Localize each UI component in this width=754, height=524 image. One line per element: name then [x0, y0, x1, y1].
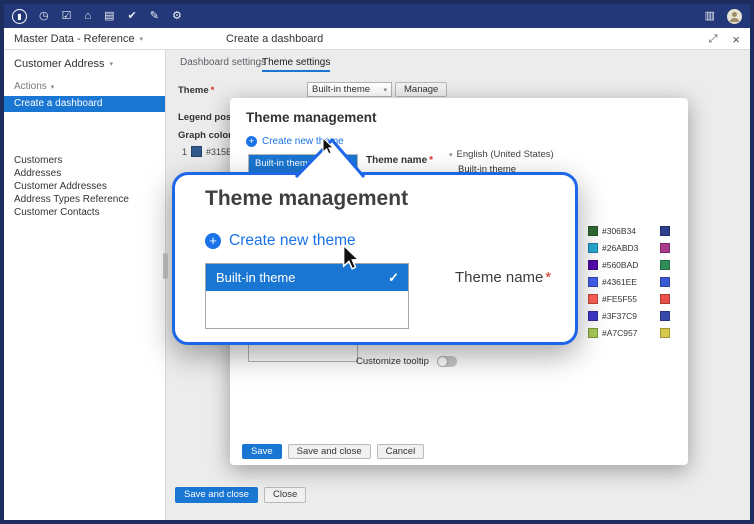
color-swatch[interactable]: [588, 294, 598, 304]
plus-icon: +: [205, 233, 221, 249]
color-swatch[interactable]: [660, 277, 670, 287]
color-hex-label: #560BAD: [602, 260, 650, 270]
save-and-close-button[interactable]: Save and close: [288, 444, 371, 459]
customize-tooltip-label: Customize tooltip: [356, 356, 429, 367]
chevron-down-icon: ▾: [449, 151, 453, 159]
scrollbar-thumb[interactable]: [163, 253, 168, 279]
color-swatch[interactable]: [660, 260, 670, 270]
cursor-icon: [322, 137, 334, 156]
panels-icon[interactable]: ▥: [705, 11, 715, 22]
theme-select-value: Built-in theme: [312, 84, 370, 95]
language-select[interactable]: ▾ English (United States): [449, 149, 554, 160]
sidebar-item-customer-addresses[interactable]: Customer Addresses: [14, 181, 107, 192]
palette-row: #560BAD: [588, 260, 670, 270]
graph-color-row: 1 #315B: [182, 146, 232, 157]
color-hex-label: #3F37C9: [602, 311, 650, 321]
cursor-icon: [342, 244, 360, 272]
tab-theme-settings[interactable]: Theme settings: [262, 57, 330, 72]
app-section-menu[interactable]: Master Data - Reference ▾: [14, 28, 143, 50]
avatar[interactable]: [727, 9, 742, 24]
history-icon[interactable]: ◷: [39, 11, 49, 22]
sidebar-item-address-types-reference[interactable]: Address Types Reference: [14, 194, 129, 205]
home-icon[interactable]: ⌂: [84, 11, 91, 22]
palette-row: #A7C957: [588, 328, 670, 338]
zoom-callout: Theme management + Create new theme Buil…: [172, 172, 578, 345]
color-hex-label: #A7C957: [602, 328, 650, 338]
sidebar-item-customers[interactable]: Customers: [14, 155, 62, 166]
page-title: Create a dashboard: [226, 28, 323, 50]
tools-icon[interactable]: ⚙: [172, 11, 182, 22]
color-swatch[interactable]: [660, 243, 670, 253]
plus-icon: +: [246, 136, 257, 147]
customize-tooltip-row: Customize tooltip: [356, 356, 457, 367]
theme-name-label-zoomed: Theme name*: [455, 269, 551, 286]
color-swatch[interactable]: [660, 311, 670, 321]
sidebar: Customer Address ▾ Actions ▾ Create a da…: [4, 50, 166, 520]
color-swatch[interactable]: [660, 226, 670, 236]
sidebar-item-addresses[interactable]: Addresses: [14, 168, 61, 179]
theme-list-item-label: Built-in theme: [216, 270, 295, 285]
theme-select[interactable]: Built-in theme ▾: [307, 82, 392, 97]
customize-tooltip-toggle[interactable]: [437, 356, 457, 367]
color-swatch[interactable]: [588, 328, 598, 338]
color-swatch[interactable]: [660, 294, 670, 304]
color-swatch[interactable]: [588, 226, 598, 236]
sidebar-item-create-a-dashboard[interactable]: Create a dashboard: [4, 96, 165, 112]
color-swatch[interactable]: [588, 243, 598, 253]
theme-list-item-selected[interactable]: Built-in theme ✓: [206, 264, 408, 291]
theme-list-zoomed: Built-in theme ✓: [205, 263, 409, 329]
theme-field-label: Theme*: [178, 85, 214, 96]
graph-colors-label: Graph colors: [178, 130, 237, 141]
palette-row: #306B34: [588, 226, 670, 236]
actions-menu[interactable]: Actions ▾: [14, 81, 54, 92]
palette-row: #FE5F55: [588, 294, 670, 304]
app-window: ▮ ◷ ☑ ⌂ ▤ ✔ ✎ ⚙ ▥ Master Data - Referenc…: [0, 0, 754, 524]
close-button[interactable]: Close: [264, 487, 306, 503]
save-button[interactable]: Save: [242, 444, 282, 459]
sidebar-item-customer-contacts[interactable]: Customer Contacts: [14, 207, 100, 218]
theme-name-label: Theme name*: [366, 155, 433, 166]
color-hex-label: #FE5F55: [602, 294, 650, 304]
color-swatch[interactable]: [588, 311, 598, 321]
tasks-icon[interactable]: ☑: [62, 11, 72, 22]
chevron-down-icon: ▾: [383, 86, 387, 94]
color-hex-label: #306B34: [602, 226, 650, 236]
chevron-down-icon: ▾: [139, 35, 143, 43]
tab-dashboard-settings[interactable]: Dashboard settings: [180, 57, 266, 72]
check-icon: ✓: [388, 264, 399, 291]
approved-doc-icon[interactable]: ✔: [128, 11, 137, 22]
chevron-down-icon: ▾: [51, 83, 55, 91]
edit-icon[interactable]: ✎: [150, 11, 159, 22]
color-swatch[interactable]: [588, 260, 598, 270]
color-row-number: 1: [182, 147, 187, 157]
documents-icon[interactable]: ▤: [104, 11, 114, 22]
color-hex-label: #315B: [206, 147, 232, 157]
header: Master Data - Reference ▾ Create a dashb…: [4, 28, 750, 50]
create-new-theme-label: Create new theme: [229, 232, 356, 250]
color-hex-label: #4361EE: [602, 277, 650, 287]
language-value: English (United States): [457, 149, 554, 160]
actions-label: Actions: [14, 81, 47, 92]
palette-row: #26ABD3: [588, 243, 670, 253]
dialog-title-zoomed: Theme management: [205, 187, 408, 211]
close-icon[interactable]: ×: [732, 32, 740, 47]
app-logo-icon[interactable]: ▮: [12, 9, 27, 24]
manage-button[interactable]: Manage: [395, 82, 447, 97]
sidebar-section-menu[interactable]: Customer Address ▾: [14, 58, 113, 70]
app-section-label: Master Data - Reference: [14, 33, 134, 45]
topbar: ▮ ◷ ☑ ⌂ ▤ ✔ ✎ ⚙ ▥: [4, 4, 750, 28]
color-swatch[interactable]: [191, 146, 202, 157]
fullscreen-icon[interactable]: ⤢: [709, 33, 718, 46]
cancel-button[interactable]: Cancel: [377, 444, 425, 459]
create-new-theme-link-zoomed[interactable]: + Create new theme: [205, 232, 356, 250]
palette-row: #4361EE: [588, 277, 670, 287]
color-swatch[interactable]: [660, 328, 670, 338]
color-swatch[interactable]: [588, 277, 598, 287]
sidebar-section-label: Customer Address: [14, 58, 104, 70]
color-hex-label: #26ABD3: [602, 243, 650, 253]
save-and-close-button[interactable]: Save and close: [175, 487, 258, 503]
palette-row: #3F37C9: [588, 311, 670, 321]
chevron-down-icon: ▾: [109, 60, 113, 68]
dialog-title: Theme management: [246, 110, 377, 125]
